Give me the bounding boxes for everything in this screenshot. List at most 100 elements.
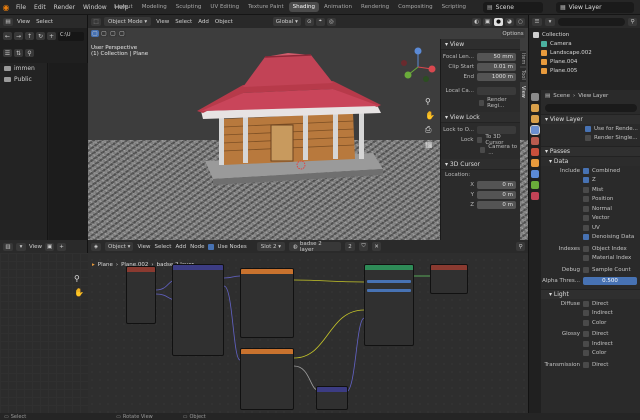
scene-tab-icon[interactable]: [531, 137, 539, 145]
glossy-color-checkbox[interactable]: [583, 350, 589, 357]
menu-file[interactable]: File: [12, 4, 30, 11]
vector-checkbox[interactable]: [583, 215, 589, 222]
proportional-icon[interactable]: ◎: [326, 17, 336, 26]
uv-checkbox[interactable]: [583, 224, 589, 231]
outliner-item-collection[interactable]: Collection: [533, 30, 640, 39]
editor-type-icon[interactable]: ☰: [532, 17, 542, 26]
house-model[interactable]: [183, 53, 393, 188]
tab-modeling[interactable]: Modeling: [138, 2, 171, 12]
select-mode-icon[interactable]: ▢: [118, 30, 126, 37]
outliner-item-landscape[interactable]: Landscape.002: [533, 48, 640, 57]
filter-icon[interactable]: ⚲: [25, 49, 34, 57]
display-mode-icon[interactable]: ☰: [3, 49, 12, 57]
options-dropdown[interactable]: Options: [501, 29, 525, 38]
diffuse-indirect-checkbox[interactable]: [583, 310, 589, 317]
filter-icon[interactable]: ⚲: [628, 17, 637, 26]
vp-menu-view[interactable]: View: [156, 19, 169, 25]
fb-menu-select[interactable]: Select: [36, 19, 53, 25]
render-region-checkbox[interactable]: [479, 100, 485, 106]
blender-logo-icon[interactable]: ◉: [0, 0, 12, 15]
local-camera-field[interactable]: [477, 87, 516, 95]
to-3d-cursor-checkbox[interactable]: [476, 137, 483, 143]
object-index-checkbox[interactable]: [583, 245, 589, 252]
mapping-node[interactable]: [172, 264, 224, 356]
diffuse-direct-checkbox[interactable]: [583, 300, 589, 307]
place-item[interactable]: immen: [0, 63, 47, 74]
grid-view-icon[interactable]: ▦: [425, 140, 435, 149]
material-output-node[interactable]: [430, 264, 468, 294]
menu-window[interactable]: Window: [79, 4, 111, 11]
vp-menu-object[interactable]: Object: [215, 19, 233, 25]
pan-hand-icon[interactable]: ✋: [74, 288, 84, 297]
forward-arrow-icon[interactable]: →: [14, 32, 23, 40]
scene-selector[interactable]: ▤ Scene: [483, 2, 543, 13]
principled-bsdf-node[interactable]: [364, 264, 414, 346]
transmission-direct-checkbox[interactable]: [583, 361, 589, 368]
view-layer-tab-icon[interactable]: [530, 125, 540, 135]
back-arrow-icon[interactable]: ←: [3, 32, 12, 40]
outliner-item-plane-005[interactable]: Plane.005: [533, 66, 640, 75]
display-mode-icon[interactable]: ▾: [545, 17, 555, 26]
alpha-threshold-field[interactable]: 0.500: [583, 277, 637, 286]
cursor-z-field[interactable]: 0 m: [477, 201, 516, 209]
camera-to-view-checkbox[interactable]: [480, 147, 486, 153]
focal-length-field[interactable]: 50 mm: [477, 53, 516, 61]
normal-map-node[interactable]: [316, 386, 348, 410]
orientation-dropdown[interactable]: Global ▾: [272, 17, 301, 26]
material-index-checkbox[interactable]: [583, 255, 589, 262]
outliner-item-plane-004[interactable]: Plane.004: [533, 57, 640, 66]
z-checkbox[interactable]: [583, 177, 589, 184]
camera-view-icon[interactable]: ⎙: [425, 125, 435, 135]
editor-type-icon[interactable]: ▥: [3, 242, 13, 251]
view-layer-section-header[interactable]: ▾ View Layer: [541, 114, 640, 124]
modifier-tab-icon[interactable]: [531, 170, 539, 178]
world-tab-icon[interactable]: [531, 148, 539, 156]
tab-compositing[interactable]: Compositing: [394, 2, 436, 12]
outliner-item-camera[interactable]: Camera: [533, 39, 640, 48]
texture-coordinate-node[interactable]: [126, 266, 156, 324]
xray-icon[interactable]: ▣: [483, 17, 492, 26]
glossy-direct-checkbox[interactable]: [583, 331, 589, 338]
editor-type-icon[interactable]: ⬚: [91, 17, 101, 26]
shading-material-icon[interactable]: ◕: [505, 17, 514, 26]
menu-render[interactable]: Render: [50, 4, 79, 11]
zoom-icon[interactable]: ⚲: [74, 274, 84, 283]
passes-section-header[interactable]: ▾ Passes: [541, 146, 640, 156]
clip-start-field[interactable]: 0.01 m: [477, 63, 516, 71]
pan-hand-icon[interactable]: ✋: [425, 111, 435, 120]
image-browse-icon[interactable]: ▣: [45, 242, 55, 251]
tab-texture-paint[interactable]: Texture Paint: [244, 2, 288, 12]
tool-tab-icon[interactable]: [531, 93, 539, 101]
new-image-icon[interactable]: +: [57, 242, 67, 251]
vp-menu-select[interactable]: Select: [175, 19, 192, 25]
tab-scripting[interactable]: Scripting: [438, 2, 470, 12]
sidebar-tab-item[interactable]: Item: [520, 51, 526, 67]
vp-menu-add[interactable]: Add: [198, 19, 209, 25]
tab-uv-editing[interactable]: UV Editing: [206, 2, 243, 12]
tab-rendering[interactable]: Rendering: [357, 2, 393, 12]
lock-object-field[interactable]: [477, 126, 516, 134]
tab-shading[interactable]: Shading: [288, 2, 319, 12]
cursor-x-field[interactable]: 0 m: [477, 181, 516, 189]
shading-solid-icon[interactable]: ●: [494, 17, 503, 26]
render-tab-icon[interactable]: [531, 104, 539, 112]
place-item[interactable]: Public: [0, 74, 47, 85]
combined-checkbox[interactable]: [583, 167, 589, 174]
render-region-row[interactable]: Render Regi...: [441, 97, 520, 109]
select-mode-icon[interactable]: ▢: [109, 30, 117, 37]
refresh-icon[interactable]: ↻: [36, 32, 45, 40]
tab-sculpting[interactable]: Sculpting: [172, 2, 206, 12]
denoising-checkbox[interactable]: [583, 234, 589, 241]
mode-dropdown[interactable]: Object Mode ▾: [104, 17, 152, 26]
cursor-y-field[interactable]: 0 m: [477, 191, 516, 199]
menu-edit[interactable]: Edit: [30, 4, 50, 11]
path-field[interactable]: C:\U: [58, 31, 84, 41]
normal-checkbox[interactable]: [583, 205, 589, 212]
diffuse-color-checkbox[interactable]: [583, 319, 589, 326]
ie-menu-view[interactable]: View: [29, 244, 42, 250]
clip-end-field[interactable]: 1000 m: [477, 73, 516, 81]
navigation-gizmo[interactable]: [398, 45, 438, 85]
mode-icon[interactable]: ▾: [16, 242, 26, 251]
parent-folder-icon[interactable]: ↑: [25, 32, 34, 40]
data-subsection-header[interactable]: ▾ Data: [541, 156, 640, 166]
